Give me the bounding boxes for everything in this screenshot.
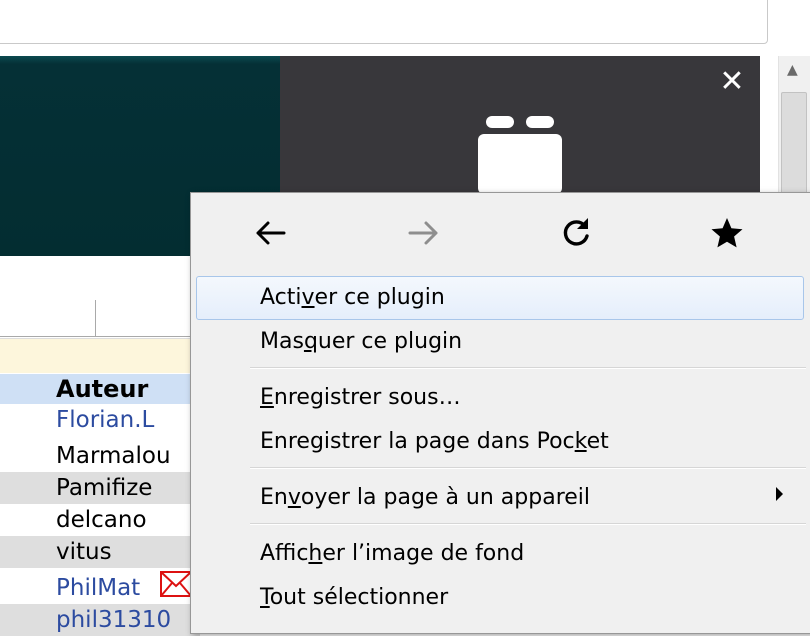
table-row: phil31310 [0, 604, 200, 636]
scrollbar-thumb[interactable] [781, 92, 807, 204]
close-icon[interactable]: ✕ [716, 66, 748, 98]
table-row: vitus [0, 536, 200, 568]
menu-item-select-all[interactable]: Tout sélectionner [260, 578, 448, 618]
menu-item-activate-plugin[interactable]: Activer ce plugin [260, 278, 445, 318]
plugin-icon [478, 116, 562, 194]
table-row: Pamifize [0, 472, 200, 504]
mail-icon[interactable] [160, 571, 192, 597]
table-caption [0, 338, 200, 373]
menu-item-send-to-device[interactable]: Envoyer la page à un appareil [260, 478, 590, 518]
table-row: Marmalou [0, 440, 200, 472]
menu-separator [250, 467, 806, 469]
menu-separator [250, 523, 806, 525]
scroll-up-icon[interactable]: ▲ [787, 62, 798, 78]
table-row: delcano [0, 504, 200, 536]
star-icon[interactable] [706, 212, 748, 254]
filter-cell[interactable] [0, 300, 96, 337]
menu-separator [250, 367, 806, 369]
author-link[interactable]: PhilMat [56, 572, 140, 604]
menu-item-view-background-image[interactable]: Afficher l’image de fond [260, 534, 524, 574]
arrow-left-icon[interactable] [250, 212, 292, 254]
author-link[interactable]: Florian.L [56, 404, 154, 436]
author-name: Pamifize [56, 475, 153, 501]
menu-item-save-to-pocket[interactable]: Enregistrer la page dans Pocket [260, 422, 609, 462]
author-name: vitus [56, 539, 112, 565]
search-field[interactable] [0, 0, 768, 44]
arrow-right-icon[interactable] [402, 212, 444, 254]
reload-icon[interactable] [555, 212, 597, 254]
author-link[interactable]: phil31310 [56, 604, 171, 636]
menu-item-hide-plugin[interactable]: Masquer ce plugin [260, 322, 462, 362]
author-name: delcano [56, 507, 147, 533]
content-strip [0, 258, 200, 301]
submenu-arrow-icon [776, 487, 783, 501]
author-name: Marmalou [56, 443, 171, 469]
table-row: Florian.L [0, 404, 200, 436]
menu-item-save-as[interactable]: Enregistrer sous… [260, 378, 461, 418]
column-header-author[interactable]: Auteur [0, 374, 200, 404]
